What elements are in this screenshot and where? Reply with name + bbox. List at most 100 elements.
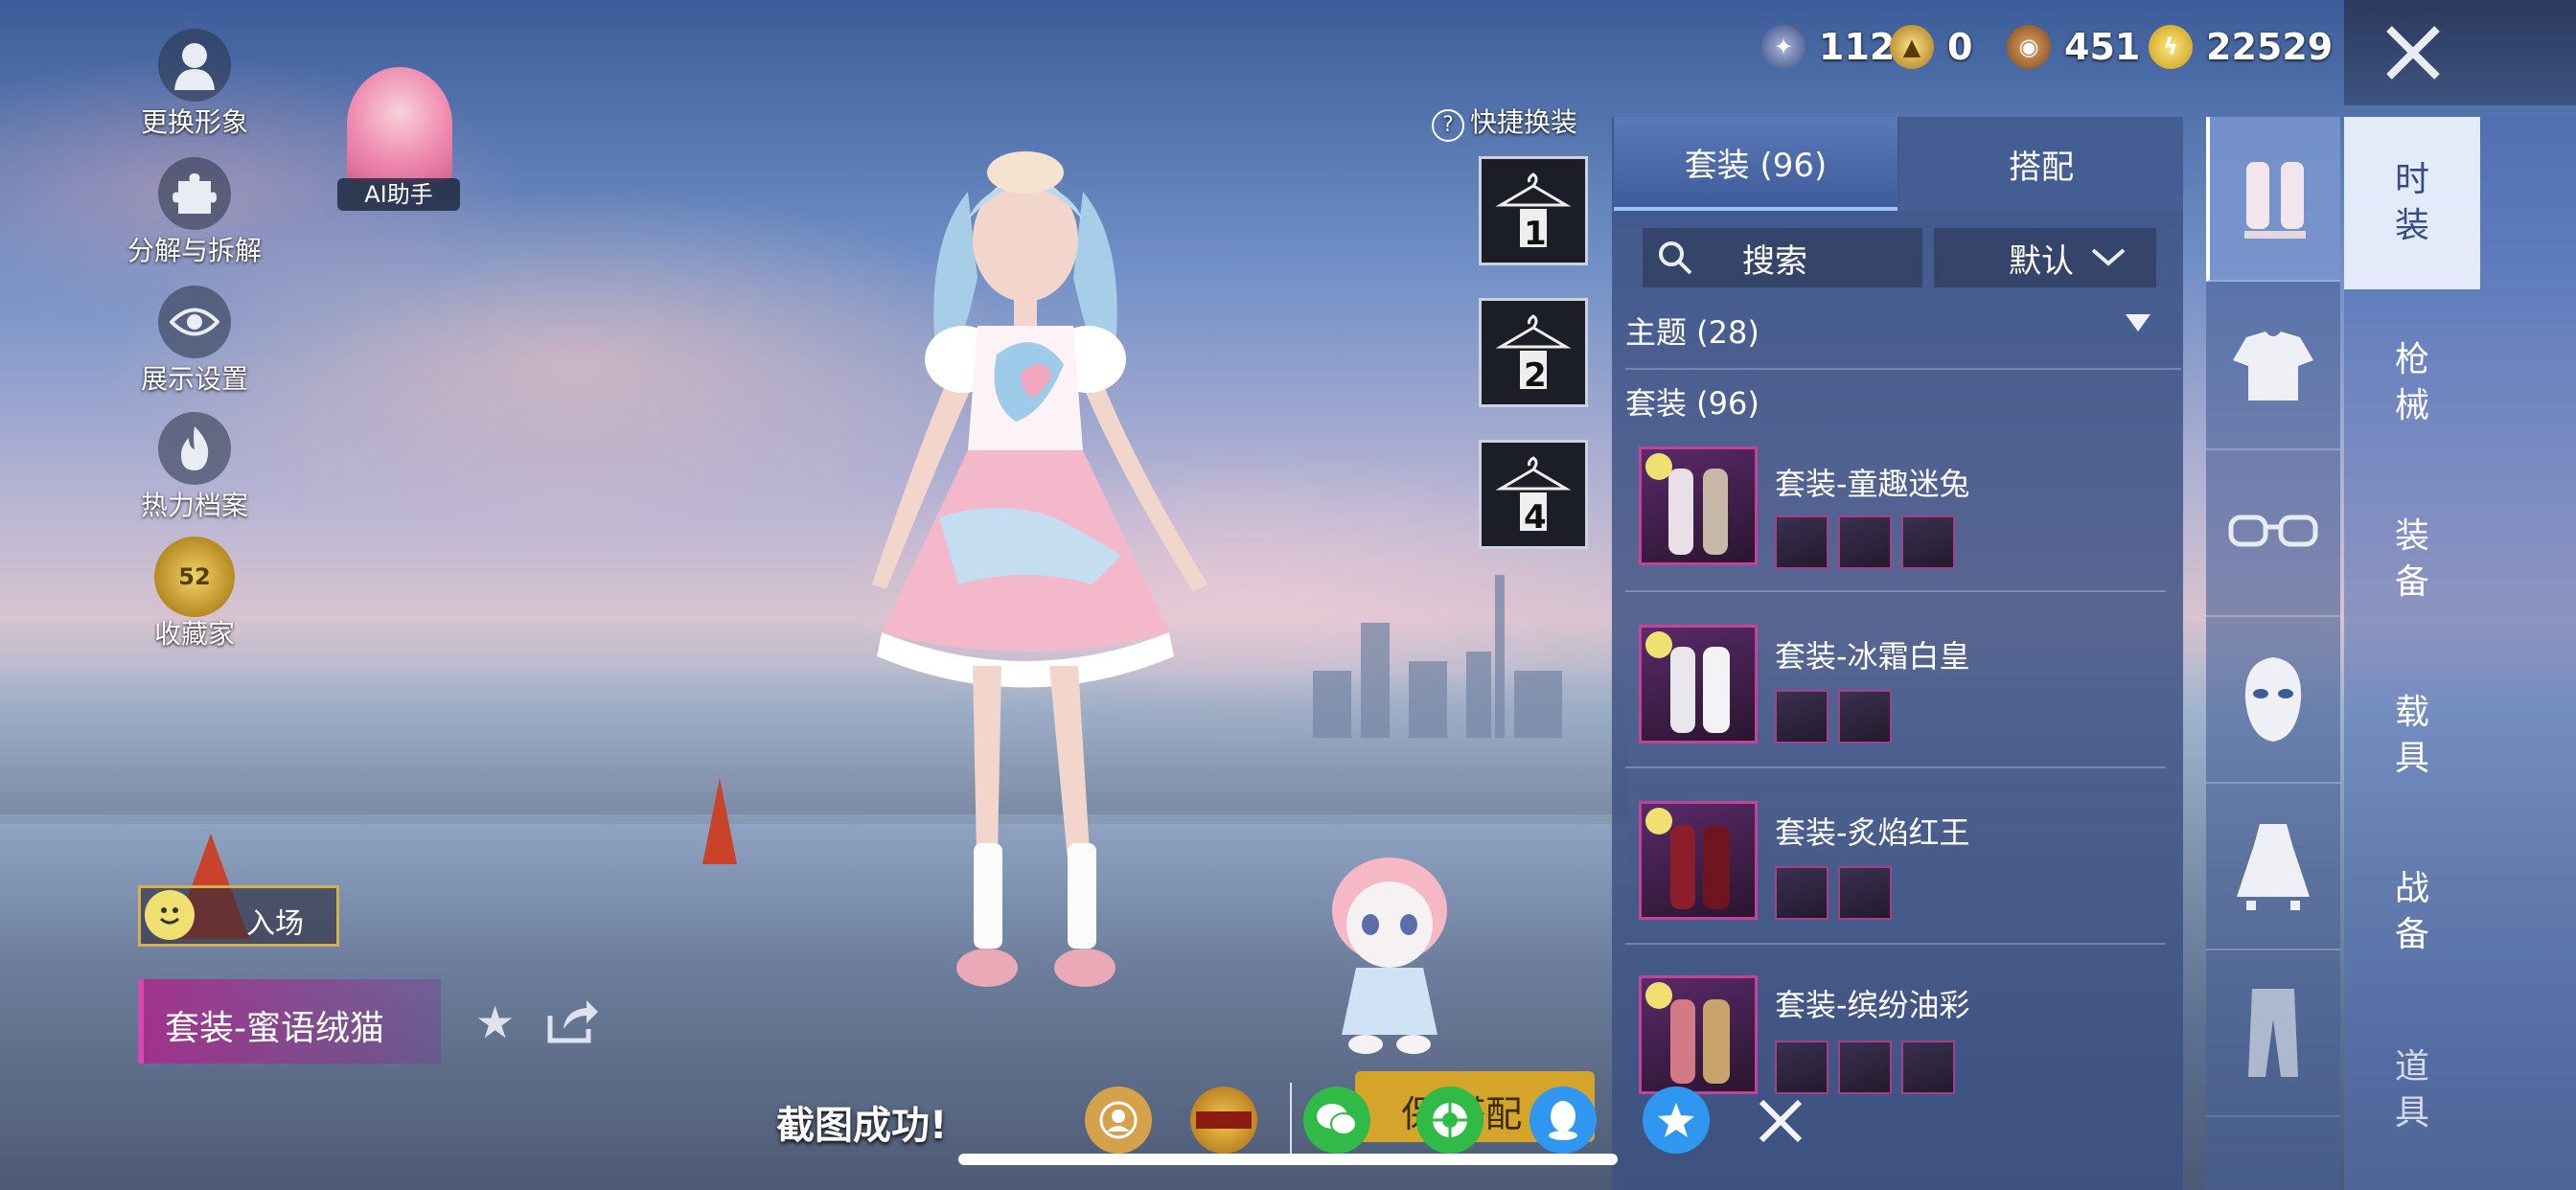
currency-bronze[interactable]: ◉ 451 bbox=[2007, 25, 2140, 69]
list-item[interactable]: 套装-炙焰红王 bbox=[1639, 801, 2175, 926]
qq-icon[interactable] bbox=[1530, 1087, 1597, 1154]
outfit-name: 套装-冰霜白皇 bbox=[1775, 638, 1970, 675]
moments-icon[interactable] bbox=[1416, 1087, 1484, 1154]
chevron-down-icon bbox=[2091, 248, 2126, 266]
outfit-part-thumb bbox=[1901, 515, 1955, 569]
outfit-name: 套装-缤纷油彩 bbox=[1775, 987, 1970, 1023]
list-item[interactable]: 套装-童趣迷兔 bbox=[1639, 446, 2175, 571]
nav-items[interactable]: 道 具 bbox=[2344, 1044, 2480, 1136]
nav-weapons[interactable]: 枪 械 bbox=[2344, 337, 2480, 429]
dress-icon[interactable] bbox=[2206, 784, 2340, 950]
heat-profile-label: 热力档案 bbox=[140, 490, 248, 521]
player-character[interactable] bbox=[805, 134, 1246, 1073]
outfit-part-thumb bbox=[1775, 515, 1828, 569]
current-outfit-banner[interactable]: 套装-蜜语绒猫 bbox=[138, 979, 441, 1064]
list-item[interactable]: 套装-冰霜白皇 bbox=[1639, 625, 2175, 749]
tab-suits[interactable]: 套装 (96) bbox=[1614, 117, 1898, 211]
ai-assistant-button[interactable]: AI助手 bbox=[337, 67, 462, 211]
quick-slot-2[interactable]: 2 bbox=[1479, 298, 1588, 407]
collector-level: 52 bbox=[178, 563, 211, 590]
quick-change-link[interactable]: ? 快捷换装 bbox=[1432, 102, 1577, 142]
skyline-building bbox=[1514, 671, 1562, 738]
nav-fashion[interactable]: 时 装 bbox=[2344, 157, 2480, 249]
outfit-thumbnail bbox=[1639, 625, 1758, 744]
medal-coin-icon: ✦ bbox=[1761, 25, 1806, 69]
share-arrow-icon[interactable] bbox=[546, 996, 600, 1048]
disassemble-label: 分解与拆解 bbox=[126, 235, 262, 266]
top-icon[interactable] bbox=[2206, 284, 2340, 450]
outfit-part-thumb bbox=[1838, 690, 1892, 744]
pet-companion[interactable] bbox=[1313, 843, 1466, 1064]
skyline-tower bbox=[1495, 575, 1505, 738]
nav-equipment[interactable]: 装 备 bbox=[2344, 514, 2480, 606]
outfit-set-icon[interactable] bbox=[2206, 117, 2340, 282]
smiley-icon bbox=[1645, 808, 1672, 835]
puzzle-icon bbox=[158, 157, 231, 230]
qzone-icon[interactable] bbox=[1643, 1087, 1710, 1154]
close-share-icon[interactable] bbox=[1754, 1094, 1807, 1152]
nav-combat-gear[interactable]: 战 备 bbox=[2344, 866, 2480, 958]
face-mask-icon[interactable] bbox=[2206, 617, 2340, 784]
quick-slot-number: 4 bbox=[1524, 498, 1547, 537]
search-label: 搜索 bbox=[1742, 241, 1807, 281]
ai-assistant-avatar bbox=[347, 67, 452, 182]
collector-label: 收藏家 bbox=[153, 618, 235, 650]
home-indicator bbox=[958, 1154, 1618, 1165]
divider bbox=[1625, 590, 2166, 592]
glasses-icon[interactable] bbox=[2206, 450, 2340, 617]
display-settings-label: 展示设置 bbox=[140, 363, 248, 395]
sort-dropdown[interactable]: 默认 bbox=[1934, 228, 2156, 287]
divider bbox=[1625, 943, 2166, 945]
wechat-icon[interactable] bbox=[1303, 1087, 1370, 1154]
ai-assistant-label: AI助手 bbox=[337, 178, 460, 211]
outfit-name: 套装-童趣迷兔 bbox=[1775, 466, 1970, 502]
section-header: 套装 (96) bbox=[1625, 385, 1760, 422]
theme-filter[interactable]: 主题 (28) bbox=[1625, 309, 2162, 358]
currency-value: 451 bbox=[2064, 26, 2141, 68]
entrance-button[interactable]: 入场 bbox=[138, 885, 339, 947]
quick-slot-4[interactable]: 4 bbox=[1479, 440, 1588, 549]
theme-header: 主题 (28) bbox=[1625, 314, 1760, 351]
close-icon[interactable] bbox=[2373, 17, 2453, 88]
currency-lightning[interactable]: ϟ 22529 bbox=[2149, 25, 2333, 69]
bronze-coin-icon: ◉ bbox=[2007, 25, 2051, 69]
search-box[interactable]: 搜索 bbox=[1643, 228, 1922, 287]
current-outfit-name: 套装-蜜语绒猫 bbox=[165, 1009, 384, 1048]
screenshot-toast: 截图成功! bbox=[776, 1104, 948, 1148]
divider bbox=[1625, 767, 2166, 768]
currency-gold-emblem[interactable]: ▲ 0 bbox=[1890, 25, 1972, 69]
search-icon bbox=[1659, 241, 1692, 275]
smiley-icon bbox=[1645, 631, 1672, 658]
currency-medals[interactable]: ✦ 112 bbox=[1761, 25, 1895, 69]
share-divider bbox=[1290, 1083, 1292, 1159]
divider bbox=[1625, 368, 2181, 370]
outfit-part-thumb bbox=[1838, 515, 1892, 569]
outfit-part-thumb bbox=[1775, 1041, 1828, 1094]
help-icon: ? bbox=[1432, 109, 1464, 142]
change-avatar-label: 更换形象 bbox=[140, 106, 248, 138]
sort-label: 默认 bbox=[2009, 241, 2074, 281]
outfit-part-thumb bbox=[1838, 1041, 1892, 1094]
skyline-building bbox=[1361, 623, 1390, 738]
quick-change-label: 快捷换装 bbox=[1470, 106, 1578, 138]
list-item[interactable]: 套装-缤纷油彩 bbox=[1639, 975, 2175, 1100]
eye-icon bbox=[158, 286, 231, 358]
outfit-name: 套装-炙焰红王 bbox=[1775, 814, 1970, 851]
pants-icon[interactable] bbox=[2206, 950, 2340, 1117]
nav-vehicles[interactable]: 载 具 bbox=[2344, 690, 2480, 782]
outfit-part-thumb bbox=[1901, 1041, 1955, 1094]
outfit-thumbnail bbox=[1639, 446, 1758, 565]
favorite-star-icon[interactable]: ★ bbox=[475, 996, 515, 1048]
skyline-building bbox=[1313, 671, 1351, 738]
avatar-icon bbox=[158, 29, 231, 102]
tab-suits-label: 套装 (96) bbox=[1684, 146, 1828, 185]
lightning-coin-icon: ϟ bbox=[2149, 25, 2193, 69]
tab-combination[interactable]: 搭配 bbox=[1899, 117, 2183, 211]
outfit-part-thumb bbox=[1838, 866, 1892, 920]
entrance-label: 入场 bbox=[246, 907, 304, 941]
outfit-part-thumb bbox=[1775, 866, 1828, 920]
camera-share-icon[interactable] bbox=[1085, 1087, 1152, 1154]
quick-slot-1[interactable]: 1 bbox=[1479, 156, 1588, 265]
game-logo-icon[interactable] bbox=[1190, 1087, 1257, 1154]
quick-slot-number: 1 bbox=[1524, 215, 1547, 253]
